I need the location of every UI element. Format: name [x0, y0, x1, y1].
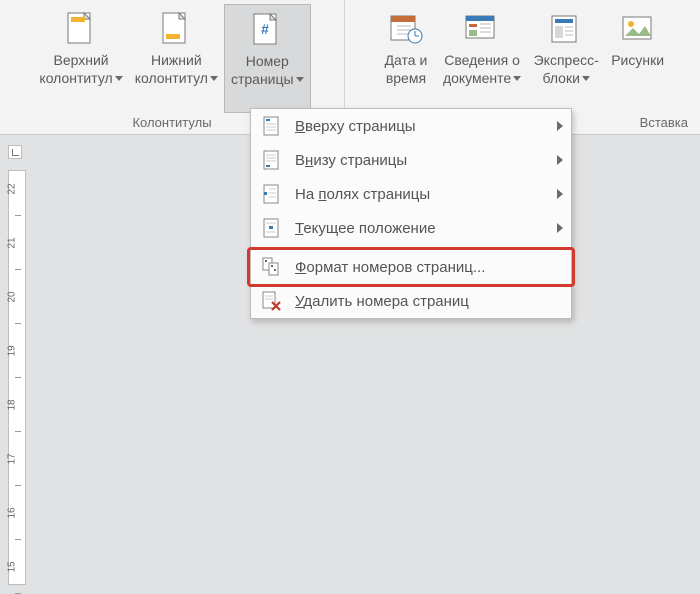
document-info-button[interactable]: Сведения о документе	[437, 4, 527, 113]
page-margins-icon	[261, 184, 283, 204]
ruler-tick: 15	[7, 561, 18, 572]
ruler-tick: 18	[7, 399, 18, 410]
svg-text:#: #	[261, 21, 269, 37]
calendar-clock-icon	[389, 8, 423, 50]
chevron-down-icon	[210, 76, 218, 81]
ruler-corner	[8, 145, 22, 159]
chevron-right-icon	[557, 155, 563, 165]
ruler-tick: 19	[7, 345, 18, 356]
menu-top-of-page[interactable]: Вверху страницы	[251, 109, 571, 143]
menu-format-page-numbers[interactable]: Формат номеров страниц...	[251, 250, 571, 284]
page-number-button[interactable]: # Номер страницы	[224, 4, 311, 113]
vertical-ruler[interactable]: 22 21 20 19 18 17 16 15	[8, 170, 26, 585]
ruler-tick: 21	[7, 237, 18, 248]
ruler-tick: 20	[7, 291, 18, 302]
quick-parts-icon	[550, 8, 582, 50]
ruler-tick: 22	[7, 183, 18, 194]
quick-parts-button[interactable]: Экспресс-блоки	[527, 4, 605, 113]
footer-icon	[161, 8, 191, 50]
page-bottom-icon	[261, 150, 283, 170]
header-button[interactable]: Верхний колонтитул	[33, 4, 128, 113]
footer-label2: колонтитул	[135, 70, 208, 86]
chevron-right-icon	[557, 189, 563, 199]
footer-label1: Нижний	[151, 52, 202, 68]
remove-numbers-icon	[261, 291, 283, 311]
header-label2: колонтитул	[39, 70, 112, 86]
footer-button[interactable]: Нижний колонтитул	[129, 4, 224, 113]
document-info-icon	[464, 8, 500, 50]
format-numbers-icon	[261, 257, 283, 277]
pictures-icon	[621, 8, 655, 50]
menu-current-position[interactable]: Текущее положение	[251, 211, 571, 245]
date-time-label1: Дата и	[385, 52, 428, 68]
ruler-tick: 17	[7, 453, 18, 464]
doc-info-label2: документе	[443, 70, 511, 86]
page-number-dropdown: Вверху страницы Внизу страницы На полях …	[250, 108, 572, 319]
pictures-button[interactable]: Рисунки	[605, 4, 670, 113]
ruler-tick: 16	[7, 507, 18, 518]
header-label1: Верхний	[53, 52, 108, 68]
page-number-label2: страницы	[231, 71, 294, 87]
quick-parts-label2: блоки	[542, 70, 579, 86]
chevron-down-icon	[296, 77, 304, 82]
menu-separator	[251, 247, 571, 248]
current-position-icon	[261, 218, 283, 238]
pictures-label1: Рисунки	[611, 52, 664, 68]
page-number-label1: Номер	[246, 53, 289, 69]
quick-parts-label1: Экспресс-	[534, 52, 599, 68]
header-icon	[66, 8, 96, 50]
chevron-down-icon	[115, 76, 123, 81]
page-top-icon	[261, 116, 283, 136]
doc-info-label1: Сведения о	[444, 52, 520, 68]
chevron-right-icon	[557, 223, 563, 233]
chevron-down-icon	[582, 76, 590, 81]
date-time-label2: время	[386, 70, 426, 86]
chevron-down-icon	[513, 76, 521, 81]
chevron-right-icon	[557, 121, 563, 131]
menu-page-margins[interactable]: На полях страницы	[251, 177, 571, 211]
menu-bottom-of-page[interactable]: Внизу страницы	[251, 143, 571, 177]
date-time-button[interactable]: Дата и время	[375, 4, 437, 113]
menu-remove-page-numbers[interactable]: Удалить номера страниц	[251, 284, 571, 318]
page-number-icon: #	[252, 9, 282, 51]
